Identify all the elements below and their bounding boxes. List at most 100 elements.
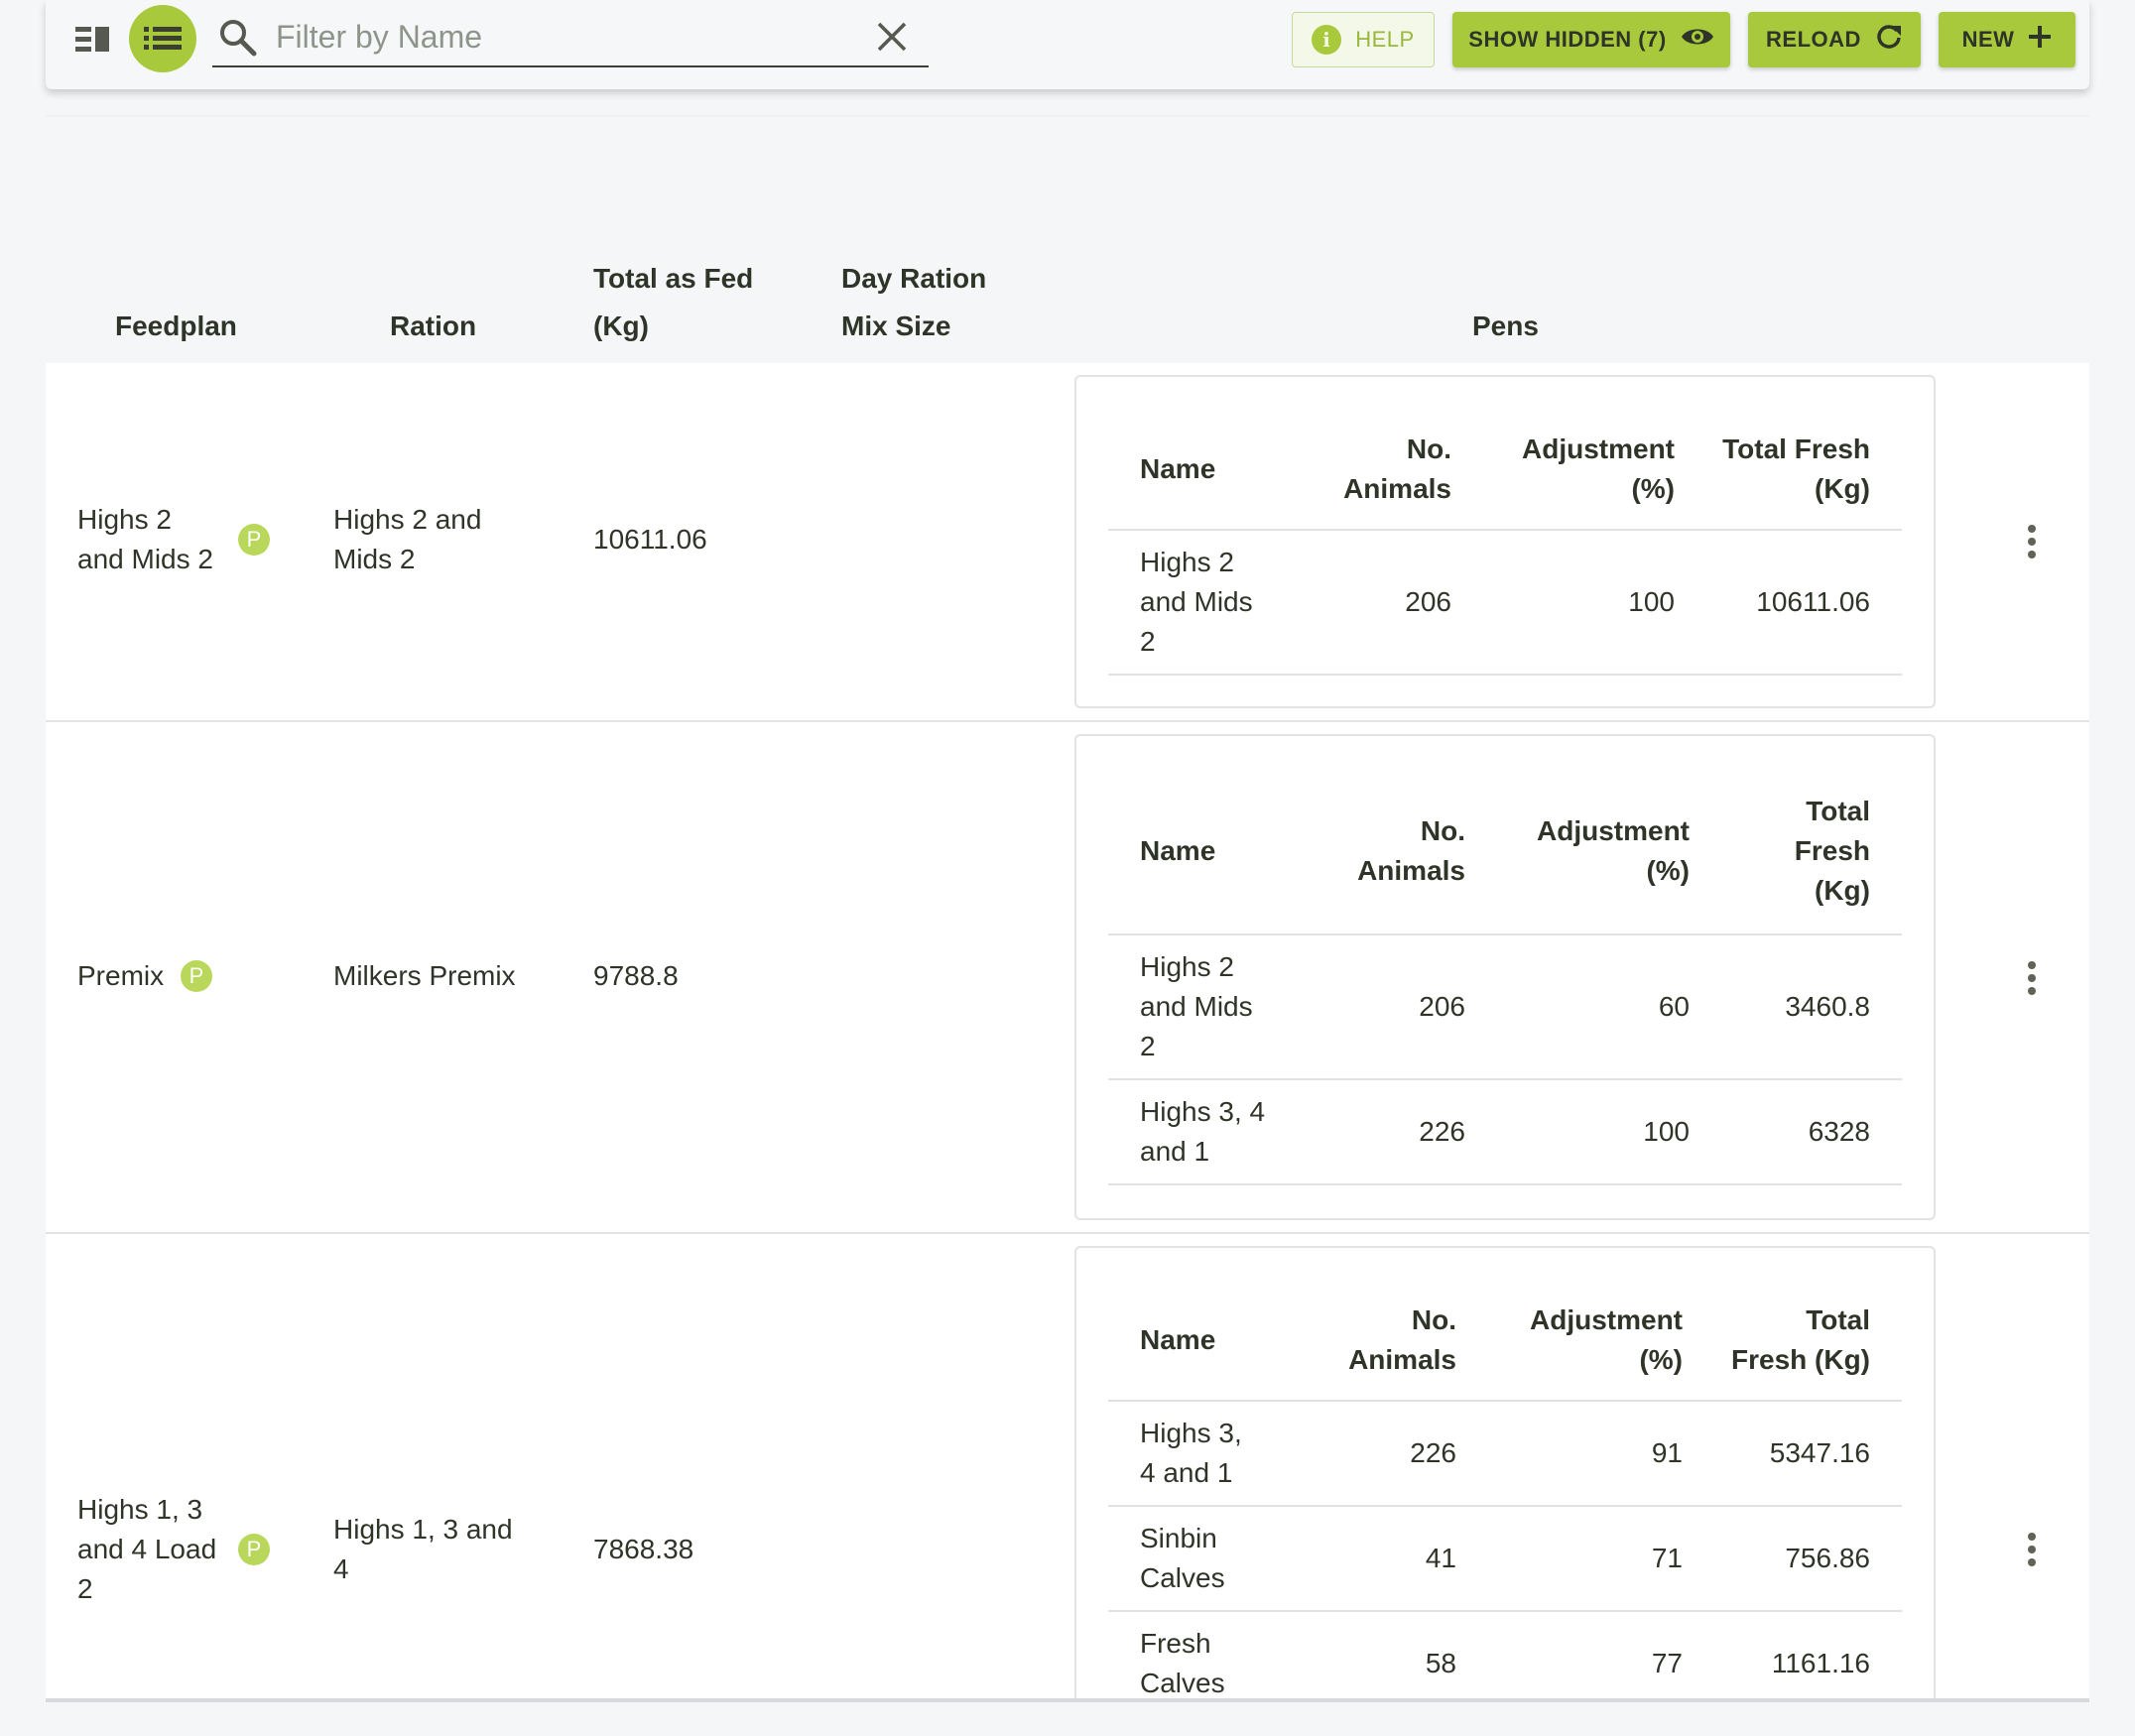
toolbar-divider <box>46 115 2089 117</box>
header-pens: Pens <box>1472 310 1539 341</box>
pen-animals: 226 <box>1410 1437 1456 1468</box>
header-ration[interactable]: Ration <box>390 303 476 350</box>
pens-header-line: (Kg) <box>1815 874 1870 906</box>
pens-header-name[interactable]: Name <box>1108 768 1307 934</box>
header-total-as-fed-line2: (Kg) <box>593 310 649 341</box>
pen-row: Highs 2 and Mids 2 206 100 10611.06 <box>1108 530 1902 675</box>
feedplan-name-line: 2 <box>77 1573 93 1604</box>
pens-header-total-fresh[interactable]: Total Fresh (Kg) <box>1683 1280 1902 1401</box>
reload-button[interactable]: RELOAD <box>1748 12 1921 67</box>
ration-name: Highs 2 and Mids 2 <box>333 500 481 579</box>
pens-header-row: Name No. Animals Adjustment (%) Total Fr… <box>1108 1280 1902 1401</box>
pen-name: Highs 2 and Mids 2 <box>1108 934 1307 1079</box>
pen-name-line: Sinbin <box>1140 1523 1217 1553</box>
pens-header-name[interactable]: Name <box>1108 409 1307 530</box>
pen-animals: 41 <box>1425 1543 1456 1573</box>
pens-header-animals[interactable]: No. Animals <box>1307 1280 1456 1401</box>
pens-header-line: Fresh (Kg) <box>1731 1343 1870 1375</box>
feedplan-name: Highs 1, 3 and 4 Load 2 <box>77 1490 216 1609</box>
pens-header-line: Animals <box>1348 1343 1456 1375</box>
pen-name: Fresh Calves <box>1108 1611 1307 1698</box>
ration-name-line: Milkers Premix <box>333 960 516 991</box>
pen-animals: 206 <box>1405 586 1451 617</box>
pens-header-animals[interactable]: No. Animals <box>1307 768 1465 934</box>
search-icon <box>218 18 258 62</box>
pens-header-line: Adjustment <box>1530 1303 1683 1335</box>
pen-name: Highs 2 and Mids 2 <box>1108 530 1307 675</box>
pen-animals: 58 <box>1425 1648 1456 1678</box>
pens-header-animals[interactable]: No. Animals <box>1307 409 1451 530</box>
pens-header-line: Fresh <box>1794 834 1870 866</box>
info-icon: i <box>1312 25 1342 55</box>
pen-adjustment: 71 <box>1651 1543 1683 1573</box>
pen-name-line: Highs 2 <box>1140 951 1234 982</box>
pen-row: Highs 3, 4 and 1 226 91 5347.16 <box>1108 1401 1902 1506</box>
search-input[interactable] <box>276 16 831 58</box>
table-row[interactable]: Premix P Milkers Premix 9788.8 Name No. … <box>46 722 2089 1234</box>
more-vert-icon[interactable] <box>2012 512 2052 571</box>
search-field <box>212 10 929 67</box>
pen-row: Highs 3, 4 and 1 226 100 6328 <box>1108 1079 1902 1184</box>
total-as-fed-value: 7868.38 <box>593 1534 694 1564</box>
pen-total-fresh: 6328 <box>1808 1116 1870 1147</box>
pen-adjustment: 91 <box>1651 1437 1683 1468</box>
table-row[interactable]: Highs 1, 3 and 4 Load 2 P Highs 1, 3 and… <box>46 1234 2089 1698</box>
header-day-ration-line2: Mix Size <box>841 310 951 341</box>
list-view-icon[interactable] <box>129 5 196 72</box>
ration-name-line: Highs 2 and <box>333 504 482 535</box>
pen-name-line: Highs 3, 4 <box>1140 1096 1266 1127</box>
pen-name-line: Highs 2 <box>1140 547 1234 577</box>
header-total-as-fed[interactable]: Total as Fed (Kg) <box>593 255 753 350</box>
header-feedplan[interactable]: Feedplan <box>115 303 237 350</box>
toolbar: i HELP SHOW HIDDEN (7) RELOAD NEW <box>46 0 2089 89</box>
pens-table: Name No. Animals Adjustment (%) Total Fr… <box>1108 768 1902 1185</box>
pens-header-line: No. <box>1411 1303 1456 1335</box>
pens-header-adjustment[interactable]: Adjustment (%) <box>1465 768 1690 934</box>
pens-header-row: Name No. Animals Adjustment (%) Total Fr… <box>1108 409 1902 530</box>
clear-icon[interactable] <box>875 20 909 59</box>
pen-total-fresh: 756.86 <box>1785 1543 1870 1573</box>
pen-row: Highs 2 and Mids 2 206 60 3460.8 <box>1108 934 1902 1079</box>
pens-header-line: No. <box>1420 814 1465 846</box>
table-row[interactable]: Highs 2 and Mids 2 P Highs 2 and Mids 2 … <box>46 363 2089 722</box>
feedplan-name-line: Highs 1, 3 <box>77 1494 203 1525</box>
help-button[interactable]: i HELP <box>1292 12 1435 67</box>
ration-name-line: Highs 1, 3 and <box>333 1514 513 1545</box>
pen-name-line: Fresh <box>1140 1628 1211 1659</box>
pens-card: Name No. Animals Adjustment (%) Total Fr… <box>1074 1246 1936 1698</box>
pen-name-line: Highs 3, <box>1140 1418 1242 1448</box>
eye-icon <box>1681 26 1714 54</box>
pen-adjustment: 77 <box>1651 1648 1683 1678</box>
pen-name: Highs 3, 4 and 1 <box>1108 1401 1307 1506</box>
pen-name-line: and Mids <box>1140 991 1253 1022</box>
more-vert-icon[interactable] <box>2012 1520 2052 1579</box>
pens-card: Name No. Animals Adjustment (%) Total Fr… <box>1074 375 1936 708</box>
pen-name-line: 2 <box>1140 626 1156 657</box>
pens-header-line: Total <box>1806 795 1870 826</box>
pen-adjustment: 100 <box>1628 586 1675 617</box>
show-hidden-button[interactable]: SHOW HIDDEN (7) <box>1452 12 1730 67</box>
pens-header-line: (%) <box>1646 854 1690 886</box>
header-day-ration-mix-size[interactable]: Day Ration Mix Size <box>841 255 986 350</box>
pen-name: Sinbin Calves <box>1108 1506 1307 1611</box>
pen-name-line: and Mids <box>1140 586 1253 617</box>
pens-card: Name No. Animals Adjustment (%) Total Fr… <box>1074 734 1936 1220</box>
pens-header-total-fresh[interactable]: Total Fresh (Kg) <box>1675 409 1902 530</box>
show-hidden-label: SHOW HIDDEN (7) <box>1468 27 1667 52</box>
new-button[interactable]: NEW <box>1939 12 2075 67</box>
table-bottom-border <box>46 1698 2089 1702</box>
reload-icon <box>1875 23 1903 57</box>
reload-label: RELOAD <box>1766 27 1861 52</box>
pens-header-adjustment[interactable]: Adjustment (%) <box>1456 1280 1683 1401</box>
pens-header-line: Adjustment <box>1537 814 1690 846</box>
pen-name-line: 2 <box>1140 1031 1156 1061</box>
pens-header-name[interactable]: Name <box>1108 1280 1307 1401</box>
pens-header-total-fresh[interactable]: Total Fresh (Kg) <box>1690 768 1902 934</box>
pens-header-adjustment[interactable]: Adjustment (%) <box>1451 409 1675 530</box>
more-vert-icon[interactable] <box>2012 948 2052 1008</box>
help-label: HELP <box>1355 27 1415 52</box>
grid-view-icon[interactable] <box>73 20 113 60</box>
pen-adjustment: 100 <box>1643 1116 1690 1147</box>
header-day-ration-line1: Day Ration <box>841 263 987 294</box>
premix-badge: P <box>181 960 212 992</box>
